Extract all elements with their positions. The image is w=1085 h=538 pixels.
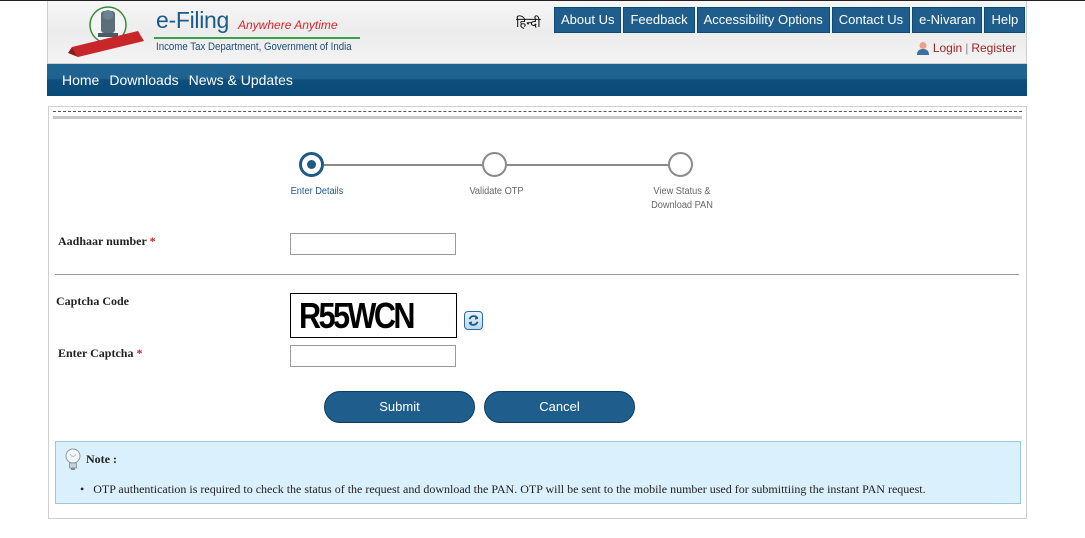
step-connector bbox=[507, 164, 669, 166]
enter-captcha-label-text: Enter Captcha bbox=[58, 346, 134, 360]
top-nav-feedback[interactable]: Feedback bbox=[623, 7, 695, 33]
aadhaar-label-text: Aadhaar number bbox=[58, 234, 147, 248]
required-marker: * bbox=[136, 346, 143, 360]
step-1-indicator bbox=[299, 152, 324, 177]
aadhaar-label: Aadhaar number * bbox=[58, 234, 156, 249]
main-nav-home[interactable]: Home bbox=[62, 64, 99, 96]
top-nav-contact-us[interactable]: Contact Us bbox=[831, 7, 911, 33]
step-2-label: Validate OTP bbox=[469, 186, 524, 197]
lightbulb-icon bbox=[65, 448, 81, 470]
enter-captcha-label: Enter Captcha * bbox=[58, 346, 142, 361]
step-3-label-line2: Download PAN bbox=[651, 200, 713, 211]
brand-tagline: Anywhere Anytime bbox=[238, 18, 338, 32]
captcha-image: R55WCN bbox=[290, 293, 457, 338]
top-nav: About Us Feedback Accessibility Options … bbox=[554, 7, 1026, 33]
submit-button[interactable]: Submit bbox=[324, 391, 475, 423]
progress-stepper: Enter Details Validate OTP View Status &… bbox=[49, 107, 1026, 227]
main-nav-news-updates[interactable]: News & Updates bbox=[189, 64, 293, 96]
aadhaar-number-input[interactable] bbox=[290, 233, 456, 255]
required-marker: * bbox=[149, 234, 156, 248]
step-2-indicator bbox=[482, 152, 507, 177]
note-box: Note : OTP authentication is required to… bbox=[55, 441, 1021, 504]
enter-captcha-input[interactable] bbox=[290, 345, 456, 367]
cancel-button[interactable]: Cancel bbox=[484, 391, 635, 423]
site-header: e-Filing Anywhere Anytime Income Tax Dep… bbox=[47, 1, 1027, 64]
user-icon bbox=[916, 42, 929, 55]
login-link[interactable]: Login bbox=[933, 41, 962, 55]
brand-title: e-Filing bbox=[156, 7, 230, 33]
note-item: OTP authentication is required to check … bbox=[80, 482, 925, 497]
brand-divider bbox=[154, 37, 360, 39]
user-links: Login | Register bbox=[916, 41, 1016, 55]
step-connector bbox=[324, 164, 482, 166]
form-divider bbox=[55, 274, 1019, 275]
register-link[interactable]: Register bbox=[971, 41, 1016, 55]
step-3-indicator bbox=[668, 152, 693, 177]
captcha-text: R55WCN bbox=[299, 295, 415, 336]
top-nav-e-nivaran[interactable]: e-Nivaran bbox=[912, 7, 983, 33]
step-3-label: View Status & Download PAN bbox=[636, 185, 728, 213]
top-nav-accessibility-options[interactable]: Accessibility Options bbox=[696, 7, 830, 33]
main-nav: Home Downloads News & Updates bbox=[47, 64, 1027, 96]
step-1-label: Enter Details bbox=[290, 186, 344, 197]
top-nav-help[interactable]: Help bbox=[984, 7, 1026, 33]
link-separator: | bbox=[965, 41, 969, 55]
hindi-language-link[interactable]: हिन्दी bbox=[516, 13, 541, 31]
refresh-captcha-icon[interactable] bbox=[464, 311, 483, 330]
captcha-code-label: Captcha Code bbox=[56, 294, 130, 308]
form-panel: Enter Details Validate OTP View Status &… bbox=[48, 106, 1027, 519]
emblem-logo-icon[interactable] bbox=[68, 3, 148, 61]
step-3-label-line1: View Status & bbox=[653, 186, 711, 197]
note-title: Note : bbox=[86, 452, 117, 466]
main-nav-downloads[interactable]: Downloads bbox=[109, 64, 178, 96]
brand-subtitle: Income Tax Department, Government of Ind… bbox=[156, 41, 352, 53]
top-nav-about-us[interactable]: About Us bbox=[554, 7, 622, 33]
